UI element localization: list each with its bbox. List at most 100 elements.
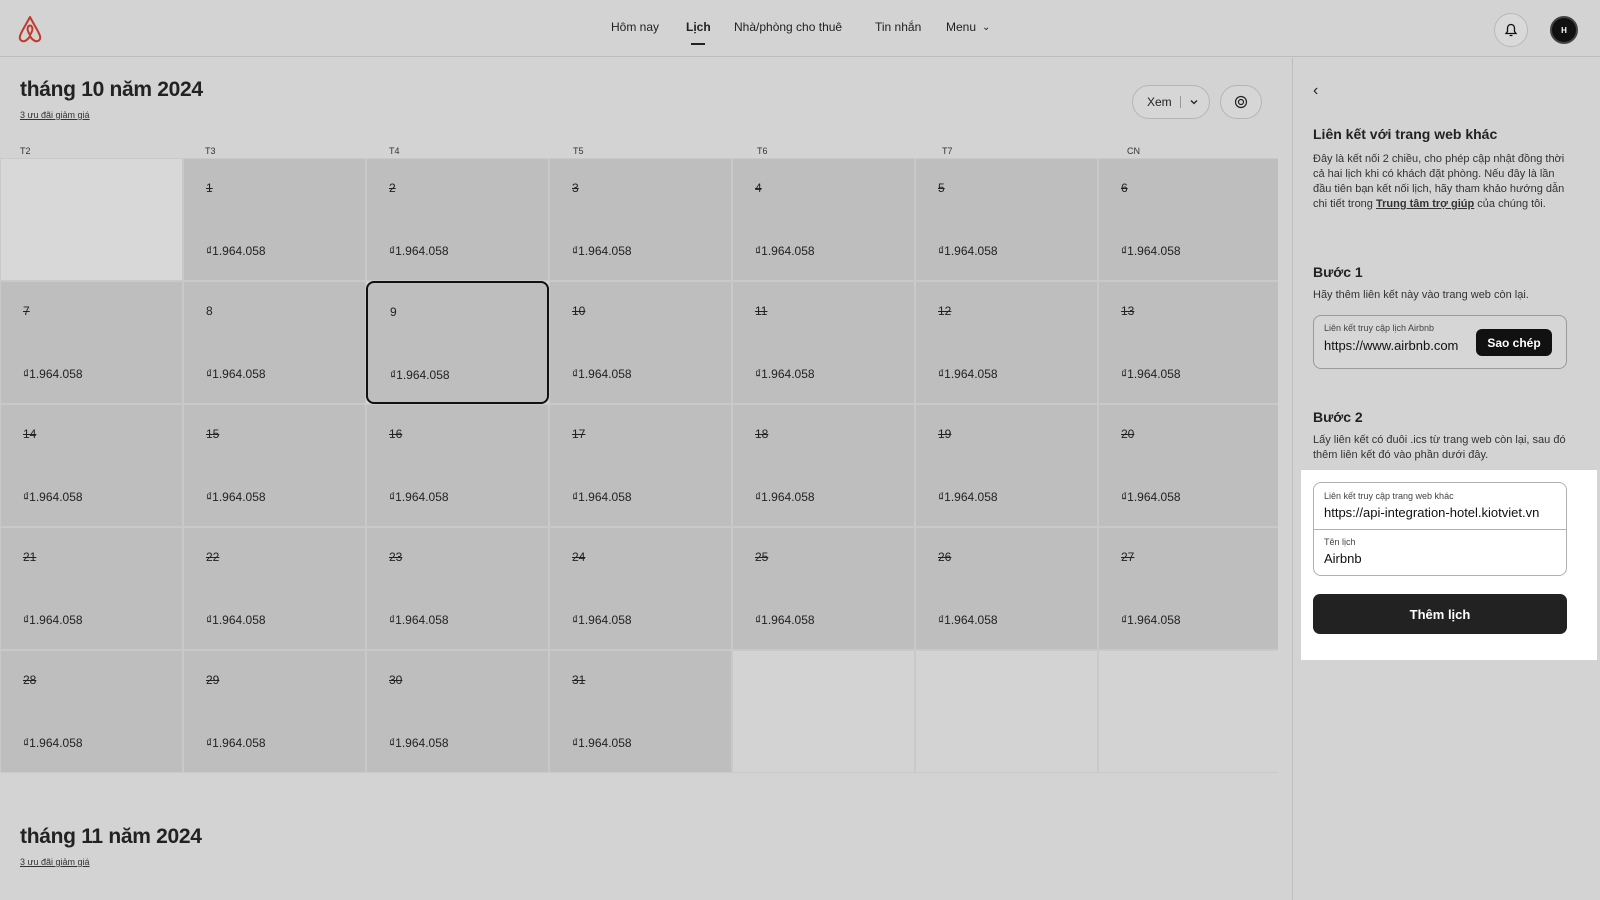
day-number: 6	[1121, 181, 1128, 195]
day-number: 3	[572, 181, 579, 195]
nav-today[interactable]: Hôm nay	[611, 20, 659, 34]
step1-title: Bước 1	[1313, 264, 1363, 280]
day-price: ₫1.964.058	[23, 613, 83, 627]
day-number: 8	[206, 304, 213, 318]
airbnb-link-field[interactable]: Liên kết truy cập lịch Airbnb https://ww…	[1313, 315, 1567, 369]
help-center-link[interactable]: Trung tâm trợ giúp	[1376, 198, 1474, 210]
calendar-day-cell[interactable]: 11 ₫1.964.058	[732, 281, 915, 404]
other-site-link-input[interactable]: https://api-integration-hotel.kiotviet.v…	[1324, 505, 1564, 520]
copy-button[interactable]: Sao chép	[1476, 329, 1552, 356]
nav-menu[interactable]: Menu ⌄	[946, 20, 990, 34]
calendar-day-cell[interactable]: 28 ₫1.964.058	[0, 650, 183, 773]
day-price: ₫1.964.058	[572, 490, 632, 504]
day-price: ₫1.964.058	[755, 367, 815, 381]
main-nav: Hôm nay Lịch Nhà/phòng cho thuê Tin nhắn…	[0, 0, 1600, 57]
calendar-day-cell[interactable]: 30 ₫1.964.058	[366, 650, 549, 773]
dow-sun: CN	[1127, 146, 1140, 156]
calendar-day-cell[interactable]: 31 ₫1.964.058	[549, 650, 732, 773]
dow-tue: T3	[205, 146, 216, 156]
calendar-day-cell[interactable]: 1 ₫1.964.058	[183, 158, 366, 281]
view-label: Xem	[1147, 95, 1172, 109]
calendar-day-cell[interactable]: 21 ₫1.964.058	[0, 527, 183, 650]
calendar-day-cell[interactable]: 25 ₫1.964.058	[732, 527, 915, 650]
nav-menu-label: Menu	[946, 20, 977, 34]
calendar-day-cell[interactable]: 26 ₫1.964.058	[915, 527, 1098, 650]
day-price: ₫1.964.058	[389, 490, 449, 504]
day-number: 23	[389, 550, 403, 564]
calendar-name-input[interactable]: Airbnb	[1324, 551, 1564, 566]
day-price: ₫1.964.058	[755, 244, 815, 258]
day-number: 19	[938, 427, 952, 441]
calendar-day-cell[interactable]: 10 ₫1.964.058	[549, 281, 732, 404]
back-arrow-icon[interactable]: ‹	[1313, 82, 1318, 100]
dow-sat: T7	[942, 146, 953, 156]
day-price: ₫1.964.058	[755, 613, 815, 627]
day-number: 1	[206, 181, 213, 195]
panel-title: Liên kết với trang web khác	[1313, 126, 1498, 142]
calendar-day-cell[interactable]: 19 ₫1.964.058	[915, 404, 1098, 527]
calendar-empty-cell	[1098, 650, 1278, 773]
calendar-day-cell[interactable]: 15 ₫1.964.058	[183, 404, 366, 527]
calendar-day-cell[interactable]: 16 ₫1.964.058	[366, 404, 549, 527]
day-price: ₫1.964.058	[23, 367, 83, 381]
calendar-day-cell[interactable]: 8 ₫1.964.058	[183, 281, 366, 404]
nav-calendar[interactable]: Lịch	[686, 20, 711, 34]
calendar-day-cell[interactable]: 2 ₫1.964.058	[366, 158, 549, 281]
airbnb-link-value[interactable]: https://www.airbnb.com	[1324, 338, 1469, 353]
day-number: 12	[938, 304, 952, 318]
calendar-day-cell[interactable]: 20 ₫1.964.058	[1098, 404, 1278, 527]
day-number: 25	[755, 550, 769, 564]
calendar-day-cell[interactable]: 14 ₫1.964.058	[0, 404, 183, 527]
panel-description: Đây là kết nối 2 chiều, cho phép cập nhậ…	[1313, 152, 1571, 212]
step2-title: Bước 2	[1313, 409, 1363, 425]
calendar-day-cell[interactable]: 17 ₫1.964.058	[549, 404, 732, 527]
import-calendar-form: Liên kết truy cập trang web khác https:/…	[1301, 470, 1597, 660]
day-number: 17	[572, 427, 586, 441]
day-price: ₫1.964.058	[389, 736, 449, 750]
calendar-day-cell[interactable]: 6 ₫1.964.058	[1098, 158, 1278, 281]
day-price: ₫1.964.058	[572, 367, 632, 381]
day-number: 30	[389, 673, 403, 687]
day-price: ₫1.964.058	[938, 490, 998, 504]
calendar-day-cell[interactable]: 22 ₫1.964.058	[183, 527, 366, 650]
bell-icon	[1504, 23, 1518, 37]
month-discounts-link-october[interactable]: 3 ưu đãi giảm giá	[20, 110, 90, 120]
calendar-day-cell[interactable]: 9 ₫1.964.058	[366, 281, 549, 404]
calendar-day-cell[interactable]: 24 ₫1.964.058	[549, 527, 732, 650]
dow-thu: T5	[573, 146, 584, 156]
calendar-day-cell[interactable]: 18 ₫1.964.058	[732, 404, 915, 527]
notifications-button[interactable]	[1494, 13, 1528, 47]
calendar-settings-button[interactable]	[1220, 85, 1262, 119]
step2-description: Lấy liên kết có đuôi .ics từ trang web c…	[1313, 434, 1566, 461]
chevron-down-icon: ⌄	[982, 22, 991, 33]
nav-messages[interactable]: Tin nhắn	[875, 20, 921, 34]
day-price: ₫1.964.058	[389, 613, 449, 627]
avatar[interactable]: H	[1550, 16, 1578, 44]
chevron-down-icon	[1190, 100, 1198, 105]
view-dropdown-button[interactable]: Xem	[1132, 85, 1210, 119]
calendar-day-cell[interactable]: 12 ₫1.964.058	[915, 281, 1098, 404]
add-calendar-button[interactable]: Thêm lịch	[1313, 594, 1567, 634]
month-title-november: tháng 11 năm 2024	[20, 825, 202, 848]
day-number: 15	[206, 427, 220, 441]
dow-fri: T6	[757, 146, 768, 156]
day-price: ₫1.964.058	[1121, 367, 1181, 381]
calendar-day-cell[interactable]: 13 ₫1.964.058	[1098, 281, 1278, 404]
calendar-empty-cell	[915, 650, 1098, 773]
calendar-day-cell[interactable]: 4 ₫1.964.058	[732, 158, 915, 281]
link-calendar-panel: ‹ Liên kết với trang web khác Đây là kết…	[1292, 58, 1600, 900]
calendar-day-cell[interactable]: 7 ₫1.964.058	[0, 281, 183, 404]
day-number: 20	[1121, 427, 1135, 441]
calendar-day-cell[interactable]: 23 ₫1.964.058	[366, 527, 549, 650]
calendar-day-cell[interactable]: 5 ₫1.964.058	[915, 158, 1098, 281]
day-number: 5	[938, 181, 945, 195]
month-discounts-link-november[interactable]: 3 ưu đãi giảm giá	[20, 857, 90, 867]
day-price: ₫1.964.058	[938, 367, 998, 381]
day-price: ₫1.964.058	[938, 613, 998, 627]
calendar-day-cell[interactable]: 3 ₫1.964.058	[549, 158, 732, 281]
nav-listings[interactable]: Nhà/phòng cho thuê	[734, 20, 842, 34]
calendar-day-cell[interactable]: 27 ₫1.964.058	[1098, 527, 1278, 650]
calendar-day-cell[interactable]: 29 ₫1.964.058	[183, 650, 366, 773]
day-number: 21	[23, 550, 37, 564]
day-number: 26	[938, 550, 952, 564]
